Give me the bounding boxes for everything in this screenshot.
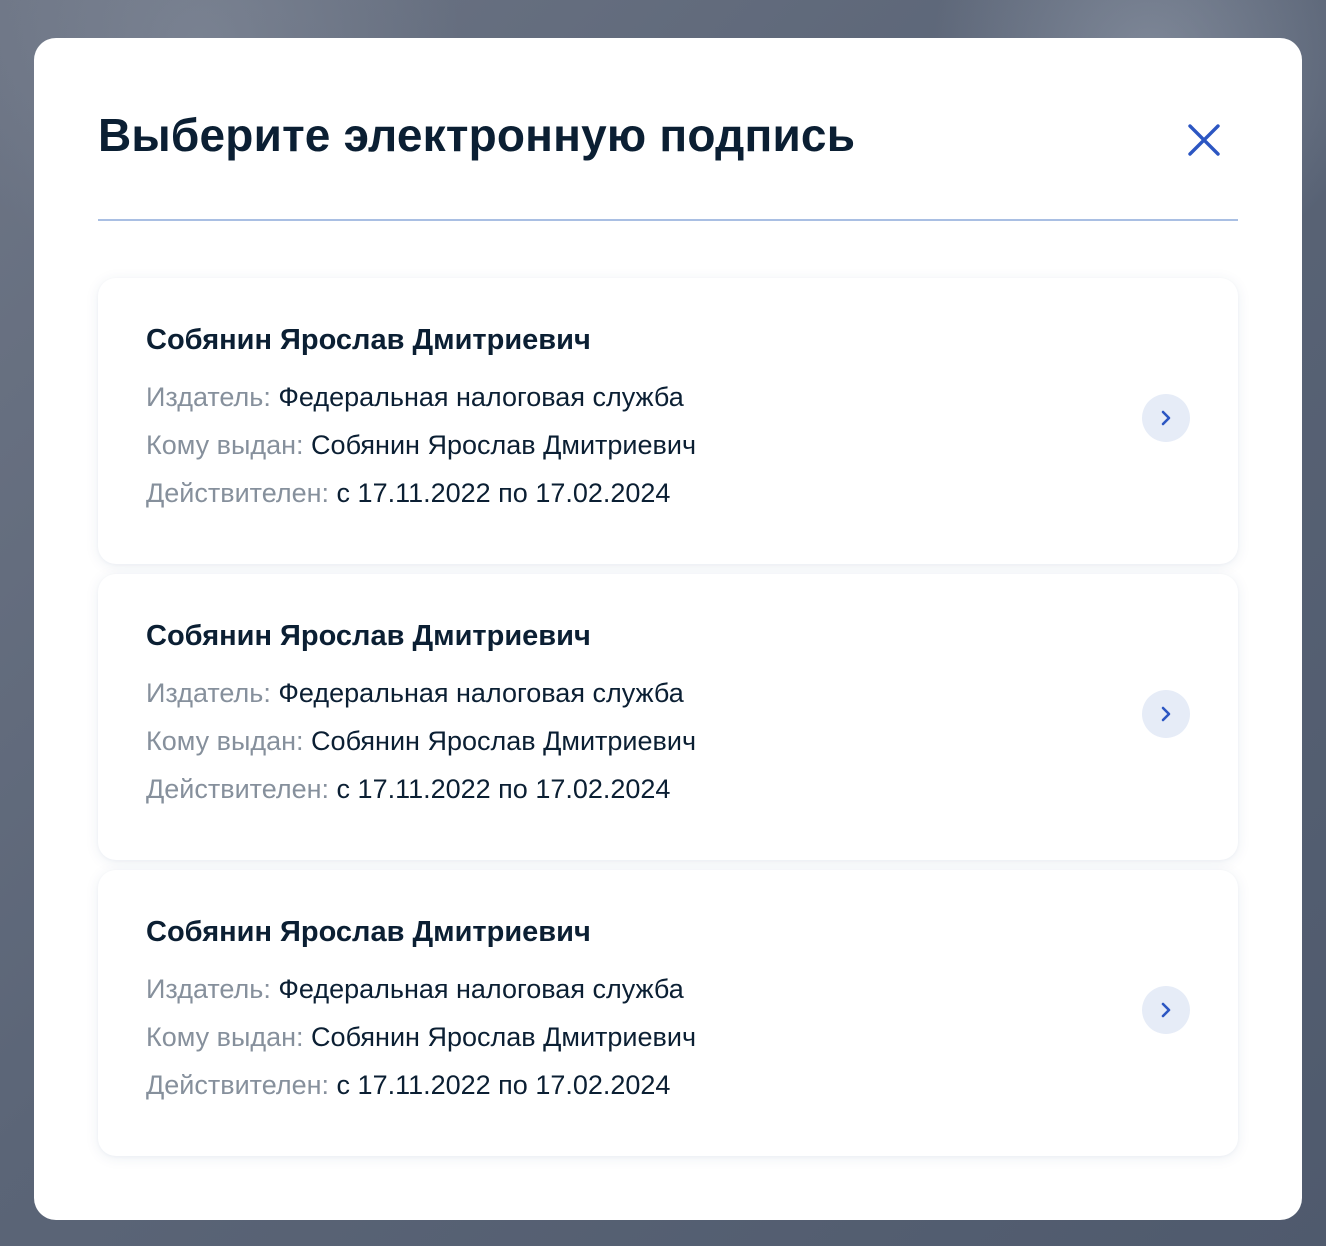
certificate-issued-to: Кому выдан: Собянин Ярослав Дмитриевич — [146, 726, 696, 757]
certificate-issuer: Издатель: Федеральная налоговая служба — [146, 382, 684, 413]
close-button[interactable] — [1182, 118, 1226, 162]
validity-label: Действителен: — [146, 478, 330, 508]
certificate-validity: Действителен: с 17.11.2022 по 17.02.2024 — [146, 478, 670, 509]
select-certificate-button[interactable] — [1142, 394, 1190, 442]
certificate-issuer: Издатель: Федеральная налоговая служба — [146, 678, 684, 709]
certificate-issuer: Издатель: Федеральная налоговая служба — [146, 974, 684, 1005]
issuer-label: Издатель: — [146, 382, 271, 412]
issuer-value: Федеральная налоговая служба — [270, 974, 684, 1004]
select-certificate-button[interactable] — [1142, 986, 1190, 1034]
dialog-header: Выберите электронную подпись — [98, 38, 1238, 221]
validity-label: Действителен: — [146, 1070, 330, 1100]
certificate-card[interactable]: Собянин Ярослав Дмитриевич Издатель: Фед… — [98, 870, 1238, 1156]
certificate-list: Собянин Ярослав Дмитриевич Издатель: Фед… — [98, 278, 1238, 1166]
validity-label: Действителен: — [146, 774, 330, 804]
chevron-right-icon — [1161, 706, 1171, 722]
certificate-name: Собянин Ярослав Дмитриевич — [146, 916, 591, 948]
certificate-issued-to: Кому выдан: Собянин Ярослав Дмитриевич — [146, 1022, 696, 1053]
validity-value: с 17.11.2022 по 17.02.2024 — [329, 774, 671, 804]
issued-to-value: Собянин Ярослав Дмитриевич — [303, 726, 697, 756]
certificate-name: Собянин Ярослав Дмитриевич — [146, 620, 591, 652]
issued-to-label: Кому выдан: — [146, 1022, 304, 1052]
issuer-label: Издатель: — [146, 678, 271, 708]
signature-select-dialog: Выберите электронную подпись Собянин Яро… — [34, 38, 1302, 1220]
certificate-validity: Действителен: с 17.11.2022 по 17.02.2024 — [146, 774, 670, 805]
certificate-card[interactable]: Собянин Ярослав Дмитриевич Издатель: Фед… — [98, 278, 1238, 564]
issued-to-value: Собянин Ярослав Дмитриевич — [303, 1022, 697, 1052]
issuer-value: Федеральная налоговая служба — [270, 382, 684, 412]
close-icon — [1188, 124, 1220, 156]
validity-value: с 17.11.2022 по 17.02.2024 — [329, 1070, 671, 1100]
certificate-validity: Действителен: с 17.11.2022 по 17.02.2024 — [146, 1070, 670, 1101]
dialog-title: Выберите электронную подпись — [98, 109, 856, 161]
chevron-right-icon — [1161, 1002, 1171, 1018]
certificate-name: Собянин Ярослав Дмитриевич — [146, 324, 591, 356]
issued-to-label: Кому выдан: — [146, 726, 304, 756]
issuer-label: Издатель: — [146, 974, 271, 1004]
issuer-value: Федеральная налоговая служба — [270, 678, 684, 708]
issued-to-value: Собянин Ярослав Дмитриевич — [303, 430, 697, 460]
chevron-right-icon — [1161, 410, 1171, 426]
validity-value: с 17.11.2022 по 17.02.2024 — [329, 478, 671, 508]
certificate-issued-to: Кому выдан: Собянин Ярослав Дмитриевич — [146, 430, 696, 461]
issued-to-label: Кому выдан: — [146, 430, 304, 460]
certificate-card[interactable]: Собянин Ярослав Дмитриевич Издатель: Фед… — [98, 574, 1238, 860]
select-certificate-button[interactable] — [1142, 690, 1190, 738]
